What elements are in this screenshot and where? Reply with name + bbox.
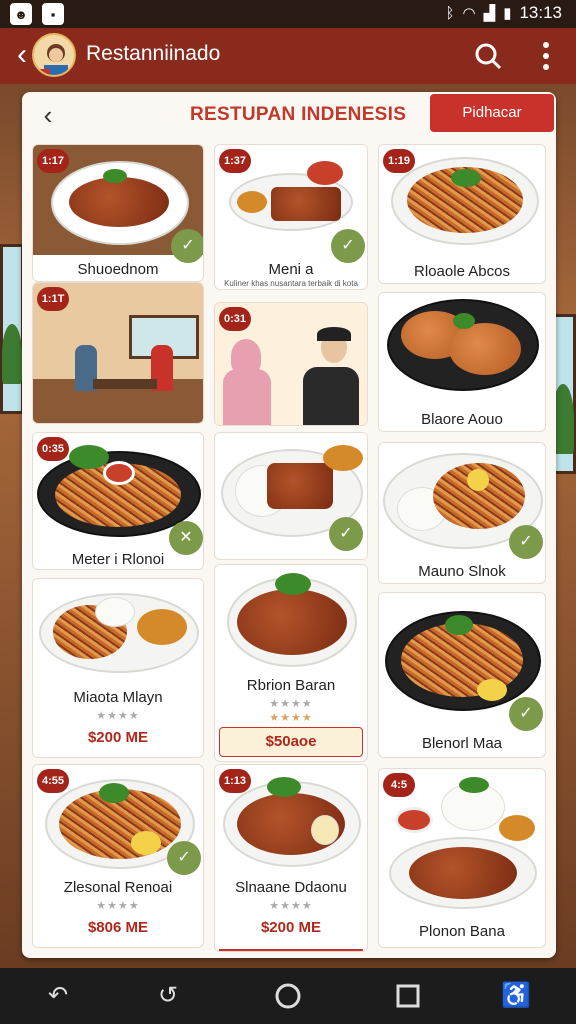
accessibility-icon[interactable]: ♿ (500, 980, 532, 1012)
time-badge: 4:5 (383, 773, 415, 797)
dish-image (33, 579, 203, 683)
menu-card[interactable]: 0:35 ✕ Meter i Rlonoi (32, 432, 204, 570)
system-nav-bar: ↶ ↺ ♿ (0, 968, 576, 1024)
check-icon[interactable]: ✓ (509, 697, 543, 731)
menu-card[interactable]: 4:55 ✓ Zlesonal Renoai ★★★★ $806 ME (32, 764, 204, 948)
time-badge: 1:19 (383, 149, 415, 173)
dish-name: Zlesonal Renoai (63, 879, 173, 896)
dish-name: Blenorl Maa (421, 735, 503, 752)
dish-name: Rloaole Abcos (414, 263, 510, 280)
check-icon[interactable]: ✓ (329, 517, 363, 551)
home-icon[interactable] (272, 980, 304, 1012)
back-chevron-icon[interactable]: ‹ (36, 100, 60, 130)
search-icon[interactable] (472, 40, 504, 72)
dish-price: $806 ME (87, 919, 149, 936)
time-badge: 1:37 (219, 149, 251, 173)
dish-price: $200 ME (260, 919, 322, 936)
back-gesture-icon[interactable]: ↶ (42, 980, 74, 1012)
menu-card[interactable]: 1:13 Slnaane Ddaonu ★★★★ $200 ME (214, 764, 368, 952)
battery-icon: ▮ (503, 5, 512, 22)
rating-stars: ★★★★ (269, 698, 313, 710)
recents-icon[interactable] (392, 980, 424, 1012)
bluetooth-icon: ᛒ (445, 4, 455, 22)
dish-name: Meter i Rlonoi (71, 551, 165, 568)
dish-name: Plonon Bana (419, 923, 505, 940)
menu-card[interactable]: Rbrion Baran ★★★★ ★★★★ $50aoe (214, 564, 368, 762)
menu-card[interactable]: ✓ Mauno Slnok (378, 442, 546, 584)
time-badge: 4:55 (37, 769, 69, 793)
status-bar: ☻ ▪ ᛒ ◠ ▟ ▮ 13:13 (0, 0, 576, 28)
avatar[interactable] (32, 33, 76, 77)
time-badge: 1:13 (219, 769, 251, 793)
rating-stars: ★★★★ (269, 900, 313, 912)
time-badge: 1:1T (37, 287, 69, 311)
check-icon[interactable]: ✓ (167, 841, 201, 875)
wifi-icon: ◠ (462, 5, 476, 22)
time-badge: 0:31 (219, 307, 251, 331)
close-icon[interactable]: ✕ (169, 521, 203, 555)
time-badge: 1:17 (37, 149, 69, 173)
dish-description: Kuliner khas nusantara terbaik di kota (224, 279, 358, 288)
menu-card[interactable]: Miaota Mlayn ★★★★ $200 ME (32, 578, 204, 758)
check-icon[interactable]: ✓ (509, 525, 543, 559)
dish-name: Slnaane Ddaonu (235, 879, 347, 896)
dish-name: Rbrion Baran (246, 677, 336, 694)
app-bar: ‹ Restanniinado (0, 28, 576, 84)
dish-name: Blaore Aouo (421, 411, 503, 428)
menu-card[interactable]: 1:17 ✓ Shuoednom (32, 144, 204, 282)
image-icon: ▪ (42, 3, 64, 25)
menu-card[interactable]: ✓ (214, 432, 368, 560)
menu-card[interactable]: ✓ Blenorl Maa (378, 592, 546, 758)
rating-stars: ★★★★ (96, 900, 140, 912)
dish-name: Miaota Mlayn (73, 689, 163, 706)
rating-stars: ★★★★ (96, 710, 140, 722)
rating-stars: ★★★★ (269, 712, 313, 724)
dish-price[interactable]: $50aoe (219, 727, 363, 757)
app-icon: ☻ (10, 3, 32, 25)
order-button[interactable]: Pidhacar (430, 94, 554, 132)
menu-card[interactable]: Blaore Aouo (378, 292, 546, 432)
dish-image (215, 565, 367, 677)
dish-name: Meni a (268, 261, 314, 278)
more-vert-icon[interactable] (534, 40, 558, 72)
dish-image (379, 293, 545, 405)
menu-card[interactable]: 1:19 Rloaole Abcos (378, 144, 546, 284)
time-badge: 0:35 (37, 437, 69, 461)
staff-photo-card[interactable]: 0:31 (214, 302, 368, 426)
status-time: 13:13 (519, 3, 562, 22)
restaurant-photo-card[interactable]: 1:1T (32, 282, 204, 424)
menu-panel: ‹ RESTUPAN INDENESIS Pidhacar 1:17 ✓ Shu… (22, 92, 556, 958)
undo-icon[interactable]: ↺ (152, 980, 184, 1012)
app-title: Restanniinado (86, 42, 221, 65)
menu-card[interactable]: 4:5 Plonon Bana (378, 768, 546, 948)
panel-title: RESTUPAN INDENESIS (190, 104, 407, 125)
dish-price: $200 ME (87, 729, 149, 746)
check-icon[interactable]: ✓ (171, 229, 203, 263)
dish-name: Mauno Slnok (418, 563, 506, 580)
check-icon[interactable]: ✓ (331, 229, 365, 263)
menu-card[interactable]: 1:37 ✓ Meni a Kuliner khas nusantara ter… (214, 144, 368, 290)
dish-name: Shuoednom (77, 261, 159, 278)
signal-icon: ▟ (483, 5, 496, 22)
